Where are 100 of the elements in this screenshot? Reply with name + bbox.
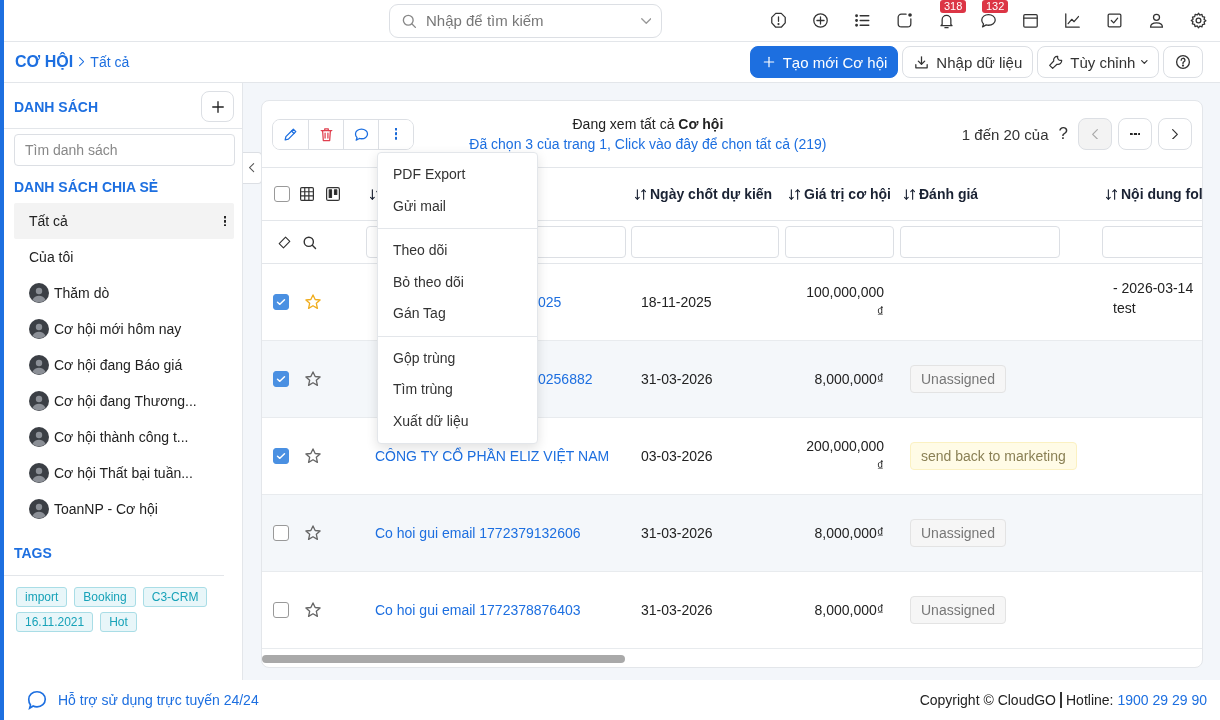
horizontal-scrollbar[interactable] xyxy=(262,655,625,663)
support-link[interactable]: Hỗ trợ sử dụng trực tuyến 24/24 xyxy=(58,692,259,708)
kanban-view-icon[interactable] xyxy=(324,185,342,203)
record-link[interactable]: 0256882 xyxy=(538,371,593,387)
row-checkbox[interactable] xyxy=(273,602,289,618)
rating-badge: Unassigned xyxy=(910,596,1006,624)
sidebar-item[interactable]: Cơ hội Thất bại tuần... xyxy=(14,455,234,491)
view-summary: Đang xem tất cả Cơ hội xyxy=(572,116,724,132)
table-cell: 18-11-2025 xyxy=(641,294,712,310)
row-checkbox[interactable] xyxy=(273,525,289,541)
section-title: DANH SÁCH CHIA SẺ xyxy=(13,178,160,197)
avatar-icon xyxy=(29,391,49,411)
wrench-icon xyxy=(1048,54,1065,70)
table-cell-text: - 2026-03-14 test xyxy=(1113,279,1195,318)
chart-icon[interactable] xyxy=(1063,11,1082,30)
star-icon[interactable] xyxy=(303,523,323,543)
user-icon[interactable] xyxy=(1147,11,1166,30)
add-icon[interactable] xyxy=(811,11,830,30)
settings-icon[interactable] xyxy=(1189,11,1208,30)
row-checkbox[interactable] xyxy=(273,371,289,387)
menu-item[interactable]: Gán Tag xyxy=(378,298,537,330)
eraser-icon[interactable] xyxy=(276,233,293,251)
table-cell-text: 8,000,000₫ xyxy=(813,370,884,389)
paging-text: 1 đến 20 của xyxy=(961,125,1049,143)
record-link[interactable]: 025 xyxy=(538,294,562,310)
more-icon xyxy=(1129,132,1141,136)
search-field[interactable]: Tìm danh sách xyxy=(14,134,235,166)
avatar-icon xyxy=(29,463,49,483)
section-title: DANH SÁCH xyxy=(14,98,98,115)
select-all-link[interactable]: Đã chọn 3 của trang 1, Click vào đây để chọn tất cả (219) xyxy=(469,136,827,152)
list-icon[interactable] xyxy=(853,11,872,30)
menu-item[interactable]: Theo dõi xyxy=(378,235,537,267)
row-checkbox[interactable] xyxy=(273,448,289,464)
note-icon[interactable] xyxy=(895,11,914,30)
filter-field[interactable] xyxy=(785,226,894,258)
menu-item[interactable]: Gửi mail xyxy=(378,190,537,222)
sort-icon xyxy=(787,186,802,202)
menu-item[interactable]: Xuất dữ liệu xyxy=(378,405,537,437)
column-header[interactable]: Ngày chốt dự kiến xyxy=(633,186,781,202)
select-all-checkbox[interactable] xyxy=(274,186,290,202)
record-link[interactable]: Co hoi gui email 1772378876403 xyxy=(375,602,581,618)
copyright-text: Copyright © CloudGO xyxy=(919,692,1062,708)
import-button[interactable]: Nhập dữ liệu xyxy=(902,46,1034,78)
filter-field[interactable] xyxy=(631,226,779,258)
menu-item[interactable]: Tìm trùng xyxy=(378,374,537,406)
sort-icon xyxy=(902,186,917,202)
filter-field[interactable] xyxy=(900,226,1060,258)
add-list-button[interactable] xyxy=(201,91,234,122)
table-cell: 31-03-2026 xyxy=(641,602,713,618)
calendar-icon[interactable] xyxy=(1021,11,1040,30)
customize-button[interactable]: Tùy chỉnh xyxy=(1037,46,1159,78)
star-icon[interactable] xyxy=(303,600,323,620)
chevron-left-icon xyxy=(249,163,255,173)
filter-field[interactable] xyxy=(1102,226,1202,258)
message-icon[interactable] xyxy=(979,11,998,30)
chevron-right-icon xyxy=(1172,128,1178,140)
chevron-right-icon xyxy=(79,57,85,67)
avatar-icon xyxy=(29,499,49,519)
chevron-down-icon xyxy=(1141,60,1148,64)
sidebar-item[interactable]: Của tôi xyxy=(14,239,234,275)
star-icon[interactable] xyxy=(303,292,323,312)
sidebar-item[interactable]: Thăm dò xyxy=(14,275,234,311)
chat-logo-icon[interactable] xyxy=(26,689,48,711)
sidebar-item[interactable]: Tất cả xyxy=(14,203,234,239)
help-button[interactable] xyxy=(1163,46,1203,78)
menu-item[interactable]: Bỏ theo dõi xyxy=(378,266,537,298)
total-unknown-text[interactable]: ? xyxy=(1058,124,1068,144)
sidebar-item[interactable]: Cơ hội đang Thương... xyxy=(14,383,234,419)
sort-icon xyxy=(1104,186,1119,202)
alert-icon[interactable] xyxy=(769,11,788,30)
search-field[interactable]: Nhập để tìm kiếm xyxy=(389,3,662,38)
sidebar-item[interactable]: Cơ hội đang Báo giá xyxy=(14,347,234,383)
avatar-icon xyxy=(29,427,49,447)
menu-item[interactable]: Gộp trùng xyxy=(378,342,537,374)
column-header[interactable]: Giá trị cơ hội xyxy=(787,186,896,202)
column-header[interactable]: Đánh giá xyxy=(902,186,1098,202)
task-icon[interactable] xyxy=(1105,11,1124,30)
download-icon xyxy=(913,53,931,71)
table-cell-text: 8,000,000₫ xyxy=(813,601,884,620)
table-cell: 31-03-2026 xyxy=(641,371,713,387)
sidebar-item[interactable]: ToanNP - Cơ hội xyxy=(14,491,234,527)
module-title[interactable]: CƠ HỘI xyxy=(15,53,74,71)
table-cell: 31-03-2026 xyxy=(641,525,713,541)
sidebar-item[interactable]: Cơ hội thành công t... xyxy=(14,419,234,455)
hotline-link[interactable]: 1900 29 29 90 xyxy=(1117,692,1207,708)
sidebar-item[interactable]: Cơ hội mới hôm nay xyxy=(14,311,234,347)
more-icon xyxy=(394,128,398,140)
column-header[interactable]: Nội dung fol xyxy=(1104,186,1202,202)
breadcrumb-link[interactable]: Tất cả xyxy=(90,54,130,70)
rating-badge: Unassigned xyxy=(910,365,1006,393)
star-icon[interactable] xyxy=(303,446,323,466)
record-link[interactable]: Co hoi gui email 1772379132606 xyxy=(375,525,581,541)
menu-item[interactable]: PDF Export xyxy=(378,159,537,191)
row-checkbox[interactable] xyxy=(273,294,289,310)
create-button[interactable]: Tạo mới Cơ hội xyxy=(749,46,899,78)
record-link[interactable]: CÔNG TY CỔ PHẦN ELIZ VIỆT NAM xyxy=(375,448,610,464)
table-view-icon[interactable] xyxy=(298,185,316,203)
chevron-down-icon xyxy=(640,17,651,24)
avatar-icon xyxy=(29,319,49,339)
star-icon[interactable] xyxy=(303,369,323,389)
